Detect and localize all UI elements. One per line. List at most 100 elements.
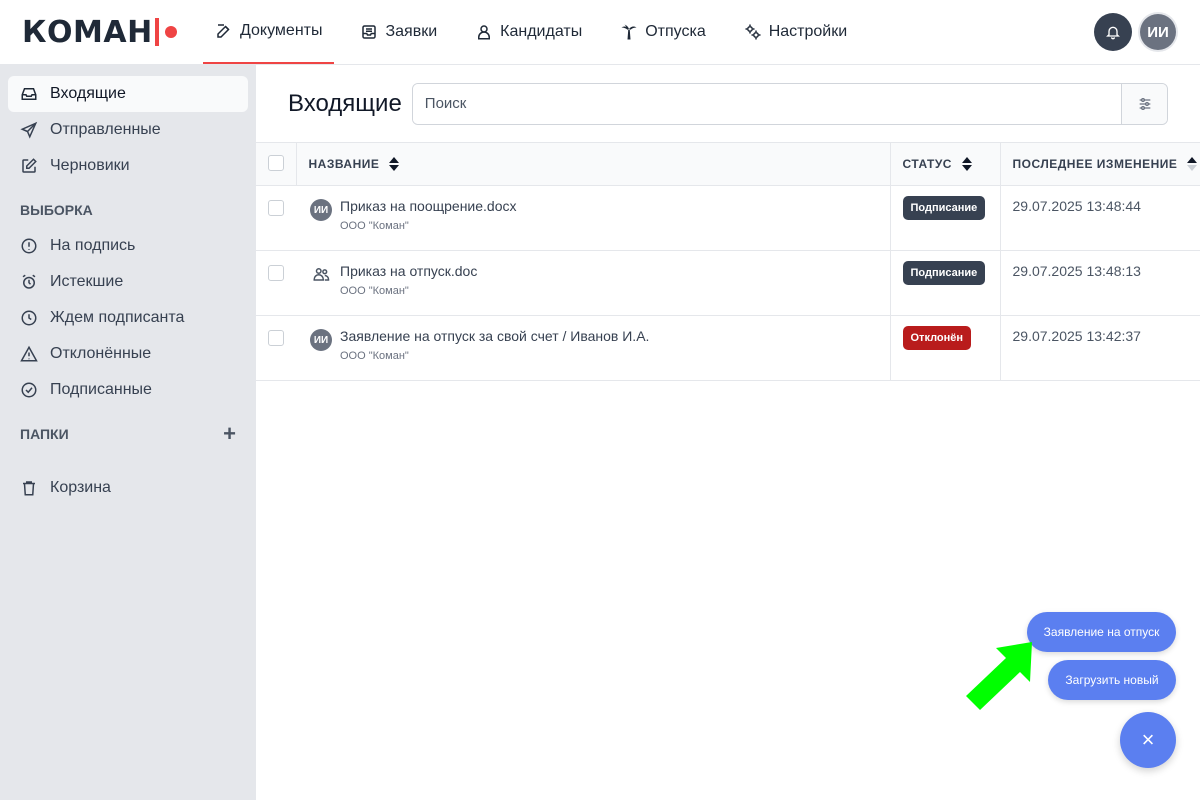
select-all-checkbox[interactable] (267, 154, 284, 171)
column-header-status[interactable]: СТАТУС (889, 142, 1000, 186)
warning-triangle-icon (20, 345, 38, 362)
bell-icon (1106, 26, 1120, 40)
document-title[interactable]: Приказ на поощрение.docx (340, 198, 517, 214)
sidebar-item-label: Отправленные (50, 121, 161, 138)
status-cell: Отклонён (889, 315, 1000, 381)
document-cell: ИИ Заявление на отпуск за свой счет / Ив… (296, 316, 890, 381)
search-input[interactable] (412, 83, 1121, 124)
sidebar-item-signed[interactable]: Подписанные (8, 372, 248, 408)
logo-bar-mark (154, 18, 159, 46)
status-cell: Подписание (889, 185, 1000, 251)
date-cell: 29.07.2025 13:48:13 (999, 250, 1200, 316)
palm-tree-icon (621, 24, 637, 40)
nav-label: Документы (240, 22, 323, 39)
sidebar-item-label: Отклонённые (50, 345, 152, 362)
upload-new-button[interactable]: Загрузить новый (1048, 660, 1176, 700)
nav-label: Настройки (768, 23, 848, 40)
table-row[interactable]: ИИ Приказ на поощрение.docx ООО "Коман" … (256, 185, 1200, 251)
clock-icon (21, 310, 37, 326)
sidebar-item-label: Корзина (50, 479, 111, 496)
table-header-row: НАЗВАНИЕ СТАТУС ПОСЛЕДНЕЕ ИЗМЕНЕНИЕ (256, 142, 1200, 186)
document-title[interactable]: Заявление на отпуск за свой счет / Ивано… (340, 328, 649, 344)
gears-icon (745, 24, 761, 40)
sidebar-item-to-sign[interactable]: На подпись (8, 228, 248, 264)
search-bar (411, 82, 1168, 125)
sidebar-item-label: Ждем подписанта (50, 309, 185, 326)
document-cell: Приказ на отпуск.doc ООО "Коман" (296, 251, 890, 316)
inbox-icon (21, 88, 37, 100)
table-row[interactable]: ИИ Заявление на отпуск за свой счет / Ив… (256, 315, 1200, 381)
trash-icon (23, 481, 35, 496)
vacation-request-button[interactable]: Заявление на отпуск (1027, 612, 1176, 652)
column-header-label: ПОСЛЕДНЕЕ ИЗМЕНЕНИЕ (1012, 156, 1178, 171)
nav-tab-settings[interactable]: Настройки (732, 0, 859, 64)
modified-date: 29.07.2025 13:48:44 (1012, 198, 1141, 214)
sort-both-icon (961, 157, 972, 172)
status-badge: Подписание (902, 261, 986, 285)
row-checkbox[interactable] (268, 265, 284, 281)
paper-plane-icon (20, 121, 38, 139)
modified-date: 29.07.2025 13:42:37 (1012, 328, 1141, 344)
date-cell: 29.07.2025 13:42:37 (999, 315, 1200, 381)
nav-tab-requests[interactable]: Заявки (348, 0, 449, 64)
document-organization: ООО "Коман" (340, 220, 409, 232)
column-header-label: СТАТУС (902, 156, 952, 171)
brand-logo[interactable]: КОМАН (0, 0, 203, 64)
row-check-cell (256, 251, 296, 316)
fab-close-button[interactable]: × (1120, 712, 1176, 768)
main-nav: Документы Заявки Кандидаты Отпуска Настр… (203, 0, 873, 64)
row-checkbox[interactable] (268, 200, 284, 216)
nav-tab-vacations[interactable]: Отпуска (608, 0, 718, 64)
table-row[interactable]: Приказ на отпуск.doc ООО "Коман" Подписа… (256, 250, 1200, 316)
selection-heading: ВЫБОРКА (8, 192, 248, 228)
top-bar: КОМАН Документы Заявки Кандидаты Отпуска… (0, 0, 1200, 65)
documents-table: НАЗВАНИЕ СТАТУС ПОСЛЕДНЕЕ ИЗМЕНЕНИЕ ИИ П… (256, 142, 1200, 381)
check-circle-icon (21, 382, 37, 398)
sidebar-item-drafts[interactable]: Черновики (8, 148, 248, 184)
sidebar-item-sent[interactable]: Отправленные (8, 112, 248, 148)
nav-tab-documents[interactable]: Документы (203, 0, 335, 64)
nav-label: Заявки (385, 23, 438, 40)
sidebar-item-rejected[interactable]: Отклонённые (8, 336, 248, 372)
select-all-cell (256, 142, 296, 186)
folders-heading-label: ПАПКИ (20, 426, 69, 442)
notifications-button[interactable] (1094, 13, 1132, 51)
sidebar-item-label: Подписанные (50, 381, 152, 398)
sort-both-icon (389, 157, 400, 172)
document-organization: ООО "Коман" (340, 350, 409, 362)
nav-label: Кандидаты (500, 23, 583, 40)
person-badge-icon (478, 25, 491, 40)
row-checkbox[interactable] (268, 330, 284, 346)
document-organization: ООО "Коман" (340, 285, 409, 297)
date-cell: 29.07.2025 13:48:44 (999, 185, 1200, 251)
alarm-clock-icon (22, 274, 36, 289)
sidebar-item-awaiting-signer[interactable]: Ждем подписанта (8, 300, 248, 336)
row-check-cell (256, 316, 296, 381)
sidebar-item-trash[interactable]: Корзина (8, 470, 248, 506)
column-header-date[interactable]: ПОСЛЕДНЕЕ ИЗМЕНЕНИЕ (999, 142, 1200, 186)
user-avatar[interactable]: ИИ (1140, 14, 1176, 50)
author-avatar: ИИ (310, 199, 332, 221)
column-header-name[interactable]: НАЗВАНИЕ (295, 142, 890, 186)
add-folder-button[interactable]: + (223, 423, 236, 445)
sidebar-item-expired[interactable]: Истекшие (8, 264, 248, 300)
row-check-cell (256, 186, 296, 251)
nav-tab-candidates[interactable]: Кандидаты (463, 0, 594, 64)
nav-label: Отпуска (645, 23, 706, 40)
document-title[interactable]: Приказ на отпуск.doc (340, 263, 477, 279)
brand-name: КОМАН (22, 14, 153, 50)
status-cell: Подписание (889, 250, 1000, 316)
folders-spacer (8, 452, 248, 470)
sort-asc-icon (1187, 157, 1198, 172)
document-edit-icon (217, 24, 230, 38)
filter-button[interactable] (1121, 83, 1167, 124)
logo-dot-mark (164, 26, 177, 38)
inbox-tray-icon (362, 25, 377, 39)
sidebar-item-inbox[interactable]: Входящие (8, 76, 248, 112)
author-avatar: ИИ (310, 329, 332, 351)
status-badge: Отклонён (902, 326, 972, 350)
folders-heading: ПАПКИ + (8, 416, 248, 452)
sidebar-item-label: На подпись (50, 237, 136, 254)
document-cell: ИИ Приказ на поощрение.docx ООО "Коман" (296, 186, 890, 251)
selection-heading-label: ВЫБОРКА (20, 202, 93, 218)
